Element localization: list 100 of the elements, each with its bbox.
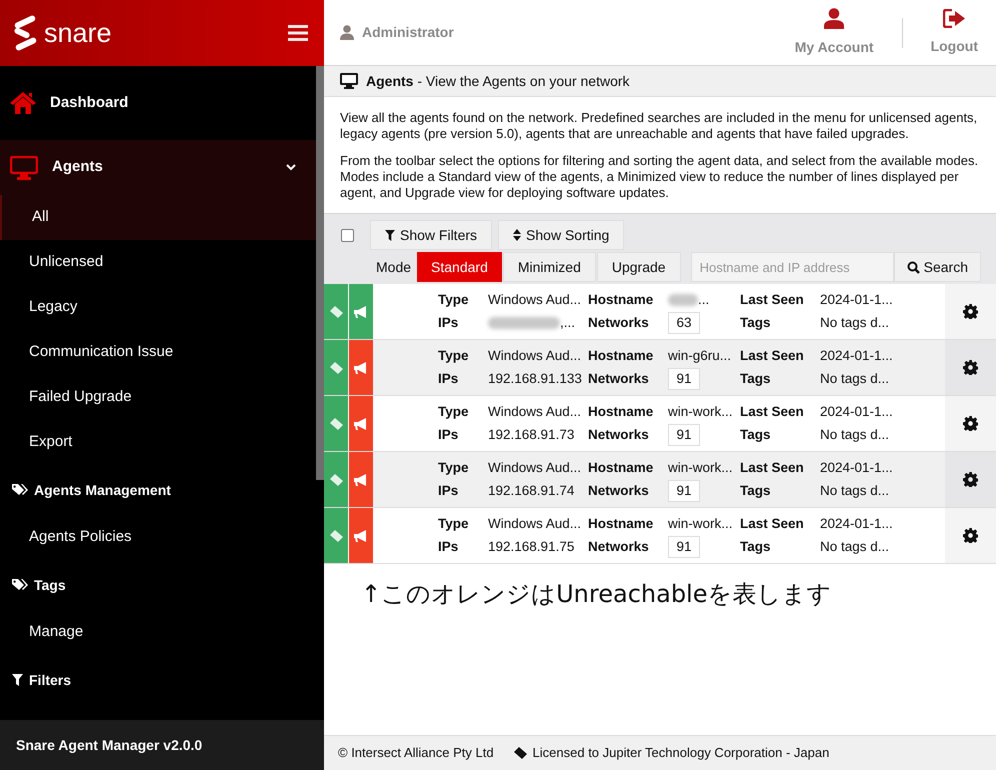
field-value: win-work... bbox=[668, 402, 733, 421]
select-all-checkbox[interactable] bbox=[341, 228, 354, 242]
sort-icon bbox=[513, 229, 522, 241]
field-label: Networks bbox=[588, 538, 650, 556]
annotation-text: ↑このオレンジはUnreachableを表します bbox=[361, 579, 832, 610]
field-label: Tags bbox=[740, 482, 772, 500]
field-label: Networks bbox=[588, 370, 650, 388]
field-value: Windows Aud... bbox=[488, 458, 582, 477]
settings-button[interactable] bbox=[945, 508, 996, 563]
search-button[interactable]: Search bbox=[894, 252, 981, 282]
sidebar-section[interactable]: Agents Management bbox=[0, 465, 316, 515]
field-value: 192.168.91.74 bbox=[488, 482, 574, 500]
field-label: Last Seen bbox=[740, 290, 805, 309]
mode-tab[interactable]: Minimized bbox=[502, 252, 596, 282]
sidebar-item[interactable]: All bbox=[0, 195, 316, 240]
sidebar-item[interactable]: Unlicensed bbox=[0, 240, 316, 285]
house-icon bbox=[10, 92, 36, 114]
field-label: Last Seen bbox=[740, 514, 805, 533]
menu-icon[interactable] bbox=[288, 25, 308, 41]
description-text: From the toolbar select the options for filtering and sorting the agent data, and select from the available modes. Modes include a Standard view of the agents, a Minimized view to reduce the number of lines displayed per agent, and Upgrade view for deploying software updates. bbox=[340, 153, 980, 201]
field-value: 192.168.91.73 bbox=[488, 426, 574, 444]
field-label: IPs bbox=[438, 482, 460, 500]
field-label: Tags bbox=[740, 314, 772, 332]
brand-name: snare bbox=[44, 20, 112, 46]
sidebar-item[interactable]: Legacy bbox=[0, 285, 316, 330]
mode-label: Mode bbox=[376, 258, 412, 276]
copyright-text: © Intersect Alliance Pty Ltd bbox=[338, 744, 494, 762]
field-label: Hostname bbox=[588, 458, 654, 477]
sidebar-item[interactable]: Agents bbox=[0, 140, 316, 195]
sidebar-item[interactable]: Export bbox=[0, 420, 316, 465]
mode-tab[interactable]: Upgrade bbox=[596, 252, 681, 282]
user-icon bbox=[340, 25, 354, 40]
agent-row[interactable]: Type Windows Aud... Hostname win-work... Last Seen 2024-01-1... IPs 192.168.91.75 Networks 91 Tags No tags d... bbox=[324, 508, 996, 564]
field-value: 2024-01-1... bbox=[820, 514, 893, 533]
field-label: Networks bbox=[588, 314, 650, 332]
settings-button[interactable] bbox=[945, 452, 996, 507]
field-value: No tags d... bbox=[820, 538, 890, 556]
field-label: Type bbox=[438, 458, 470, 477]
megaphone-icon bbox=[354, 530, 368, 542]
tags-icon bbox=[12, 484, 28, 496]
field-label: IPs bbox=[438, 370, 460, 388]
field-value: ... bbox=[668, 290, 710, 310]
field-label: Last Seen bbox=[740, 402, 805, 421]
sidebar-item[interactable]: Failed Upgrade bbox=[0, 375, 316, 420]
field-label: Hostname bbox=[588, 290, 654, 309]
settings-button[interactable] bbox=[945, 396, 996, 451]
field-label: Hostname bbox=[588, 514, 654, 533]
settings-icon bbox=[963, 360, 978, 375]
networks-count: 91 bbox=[668, 536, 700, 558]
license-text: Licensed to Jupiter Technology Corporation - Japan bbox=[532, 744, 830, 762]
tags-icon bbox=[12, 578, 28, 592]
monitor-icon bbox=[10, 156, 38, 180]
field-value: 2024-01-1... bbox=[820, 346, 893, 365]
field-value: win-g6ru... bbox=[668, 346, 732, 365]
field-value: win-work... bbox=[668, 458, 733, 477]
filter-icon bbox=[12, 674, 23, 686]
settings-icon bbox=[963, 416, 978, 431]
field-label: Last Seen bbox=[740, 346, 805, 365]
field-label: Type bbox=[438, 346, 470, 365]
field-label: IPs bbox=[438, 314, 460, 332]
show-sorting-button[interactable]: Show Sorting bbox=[498, 220, 624, 250]
networks-count: 63 bbox=[668, 312, 700, 334]
mode-tab[interactable]: Standard bbox=[417, 252, 502, 282]
sidebar-scrollbar[interactable] bbox=[316, 66, 324, 480]
field-value: No tags d... bbox=[820, 426, 890, 444]
field-value: 2024-01-1... bbox=[820, 290, 893, 309]
filter-icon bbox=[385, 230, 395, 240]
agent-row[interactable]: Type Windows Aud... Hostname ... Last Seen 2024-01-1... IPs ,... Networks 63 Tags No tags d... bbox=[324, 284, 996, 340]
user-name: Administrator bbox=[362, 23, 454, 42]
field-label: Type bbox=[438, 514, 470, 533]
search-field[interactable]: Hostname and IP address bbox=[690, 252, 894, 282]
field-value: Windows Aud... bbox=[488, 514, 582, 533]
app-version: Snare Agent Manager v2.0.0 bbox=[16, 736, 202, 755]
settings-button[interactable] bbox=[945, 284, 996, 339]
megaphone-icon bbox=[354, 306, 368, 318]
show-filters-button[interactable]: Show Filters bbox=[370, 220, 492, 250]
search-icon bbox=[906, 260, 920, 274]
field-value: No tags d... bbox=[820, 314, 890, 332]
agent-row[interactable]: Type Windows Aud... Hostname win-work... Last Seen 2024-01-1... IPs 192.168.91.74 Networks 91 Tags No tags d... bbox=[324, 452, 996, 508]
settings-button[interactable] bbox=[945, 340, 996, 395]
field-value: No tags d... bbox=[820, 482, 890, 500]
settings-icon bbox=[963, 472, 978, 487]
field-label: Networks bbox=[588, 426, 650, 444]
sidebar-item[interactable]: Agents Policies bbox=[0, 515, 316, 560]
monitor-icon bbox=[340, 73, 358, 89]
sidebar-section[interactable]: Tags bbox=[0, 560, 316, 610]
megaphone-icon bbox=[354, 474, 368, 486]
description-text: View all the agents found on the network. Predefined searches are included in the menu for unlicensed agents, legacy agents (pre version 5.0), agents that are unreachable and agents that have failed upgrades. bbox=[340, 110, 978, 142]
field-value: Windows Aud... bbox=[488, 290, 582, 309]
field-value: Windows Aud... bbox=[488, 346, 582, 365]
megaphone-icon bbox=[354, 362, 368, 374]
sidebar-section[interactable]: Filters bbox=[0, 655, 316, 705]
sidebar-item[interactable]: Communication Issue bbox=[0, 330, 316, 375]
sidebar-item[interactable]: Manage bbox=[0, 610, 316, 655]
field-value: No tags d... bbox=[820, 370, 890, 388]
agent-row[interactable]: Type Windows Aud... Hostname win-work... Last Seen 2024-01-1... IPs 192.168.91.73 Networks 91 Tags No tags d... bbox=[324, 396, 996, 452]
field-label: IPs bbox=[438, 538, 460, 556]
field-value: 2024-01-1... bbox=[820, 458, 893, 477]
field-label: IPs bbox=[438, 426, 460, 444]
agent-row[interactable]: Type Windows Aud... Hostname win-g6ru... Last Seen 2024-01-1... IPs 192.168.91.133 Networks 91 Tags No tags d... bbox=[324, 340, 996, 396]
